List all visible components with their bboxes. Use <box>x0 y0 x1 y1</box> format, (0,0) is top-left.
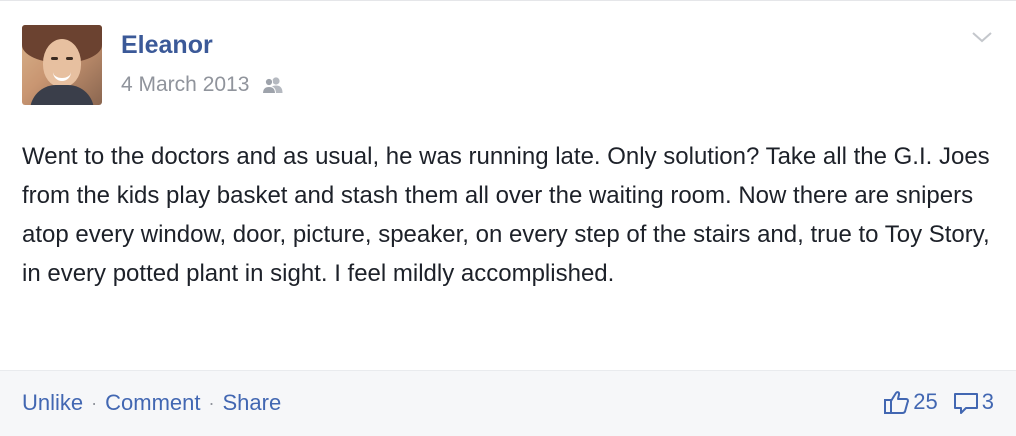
share-link[interactable]: Share <box>223 390 282 416</box>
comment-icon[interactable] <box>952 388 980 416</box>
chevron-down-icon[interactable] <box>971 29 993 45</box>
author-avatar[interactable] <box>22 25 102 105</box>
unlike-link[interactable]: Unlike <box>22 390 83 416</box>
post-meta: 4 March 2013 <box>121 72 285 98</box>
comment-link[interactable]: Comment <box>105 390 200 416</box>
like-count[interactable]: 25 <box>913 389 937 415</box>
author-name[interactable]: Eleanor <box>121 31 213 60</box>
friends-icon[interactable] <box>261 76 285 94</box>
action-separator: · <box>208 392 215 413</box>
post-date[interactable]: 4 March 2013 <box>121 73 249 97</box>
post-stats: 25 3 <box>883 388 994 416</box>
post-actions: Unlike · Comment · Share <box>22 390 281 416</box>
top-divider <box>0 0 1016 1</box>
comment-count[interactable]: 3 <box>982 389 994 415</box>
action-separator: · <box>91 392 98 413</box>
post-card: Eleanor 4 March 2013 Went to the doctors… <box>0 0 1016 436</box>
thumbs-up-icon[interactable] <box>883 388 911 416</box>
post-text: Went to the doctors and as usual, he was… <box>22 143 990 287</box>
